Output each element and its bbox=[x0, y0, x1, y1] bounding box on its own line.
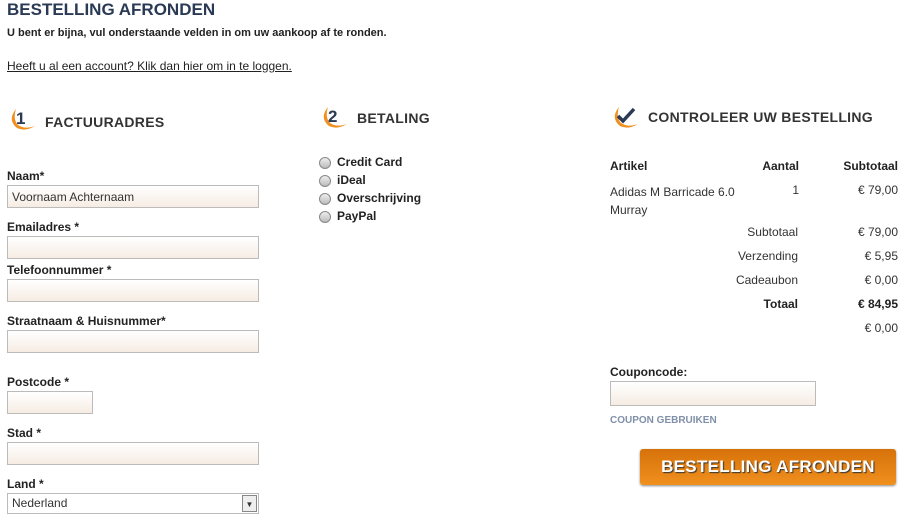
coupon-input[interactable] bbox=[610, 381, 816, 406]
login-link[interactable]: Heeft u al een account? Klik dan hier om… bbox=[7, 59, 292, 73]
chevron-down-icon[interactable]: ▼ bbox=[242, 495, 257, 512]
place-order-button[interactable]: BESTELLING AFRONDEN bbox=[640, 449, 896, 485]
street-label: Straatnaam & Huisnummer* bbox=[7, 314, 166, 328]
phone-label: Telefoonnummer * bbox=[7, 263, 112, 277]
col-aantal: Aantal bbox=[762, 159, 799, 173]
phone-input[interactable] bbox=[7, 279, 259, 302]
radio-button[interactable] bbox=[319, 174, 331, 187]
radio-button[interactable] bbox=[319, 156, 331, 169]
page-title: BESTELLING AFRONDEN bbox=[7, 0, 216, 19]
city-input[interactable] bbox=[7, 442, 259, 465]
step-2-icon: 2 bbox=[323, 107, 347, 128]
radio-button[interactable] bbox=[319, 210, 331, 223]
svg-text:2: 2 bbox=[328, 107, 337, 126]
payment-option-credit-card[interactable]: Credit Card bbox=[319, 153, 421, 171]
name-input[interactable] bbox=[7, 185, 259, 208]
coupon-label: Couponcode: bbox=[610, 365, 688, 379]
total-label: Totaal bbox=[763, 297, 798, 311]
payment-option-paypal[interactable]: PayPal bbox=[319, 207, 421, 225]
country-label: Land * bbox=[7, 477, 44, 491]
col-subtotaal: Subtotaal bbox=[843, 159, 898, 173]
city-label: Stad * bbox=[7, 426, 42, 440]
payment-option-ideal[interactable]: iDeal bbox=[319, 171, 421, 189]
billing-title: FACTUURADRES bbox=[45, 114, 165, 130]
shipping-label: Verzending bbox=[737, 249, 798, 263]
payment-option-overschrijving[interactable]: Overschrijving bbox=[319, 189, 421, 207]
col-artikel: Artikel bbox=[610, 159, 648, 173]
name-label: Naam* bbox=[7, 169, 45, 183]
item-subtotal: € 79,00 bbox=[857, 183, 898, 197]
subtotal-label: Subtotaal bbox=[747, 225, 798, 239]
review-title: CONTROLEER UW BESTELLING bbox=[648, 109, 873, 125]
coupon-apply-button[interactable]: COUPON GEBRUIKEN bbox=[610, 415, 717, 426]
extra-value: € 0,00 bbox=[864, 321, 898, 335]
giftcard-label: Cadeaubon bbox=[735, 273, 798, 287]
postcode-input[interactable] bbox=[7, 391, 93, 414]
street-input[interactable] bbox=[7, 330, 259, 353]
radio-button[interactable] bbox=[319, 192, 331, 205]
svg-text:1: 1 bbox=[16, 109, 25, 128]
intro-text: U bent er bijna, vul onderstaande velden… bbox=[7, 27, 387, 39]
shipping-value: € 5,95 bbox=[864, 249, 898, 263]
country-select[interactable]: Nederland ▼ bbox=[7, 493, 259, 514]
payment-title: BETALING bbox=[357, 110, 430, 126]
step-1-icon: 1 bbox=[11, 109, 35, 130]
country-value: Nederland bbox=[12, 496, 68, 510]
giftcard-value: € 0,00 bbox=[864, 273, 898, 287]
postcode-label: Postcode * bbox=[7, 375, 70, 389]
total-value: € 84,95 bbox=[857, 297, 898, 311]
checkmark-icon bbox=[614, 107, 638, 128]
email-input[interactable] bbox=[7, 236, 259, 259]
subtotal-value: € 79,00 bbox=[857, 225, 898, 239]
email-label: Emailadres * bbox=[7, 220, 80, 234]
item-qty: 1 bbox=[792, 183, 799, 197]
